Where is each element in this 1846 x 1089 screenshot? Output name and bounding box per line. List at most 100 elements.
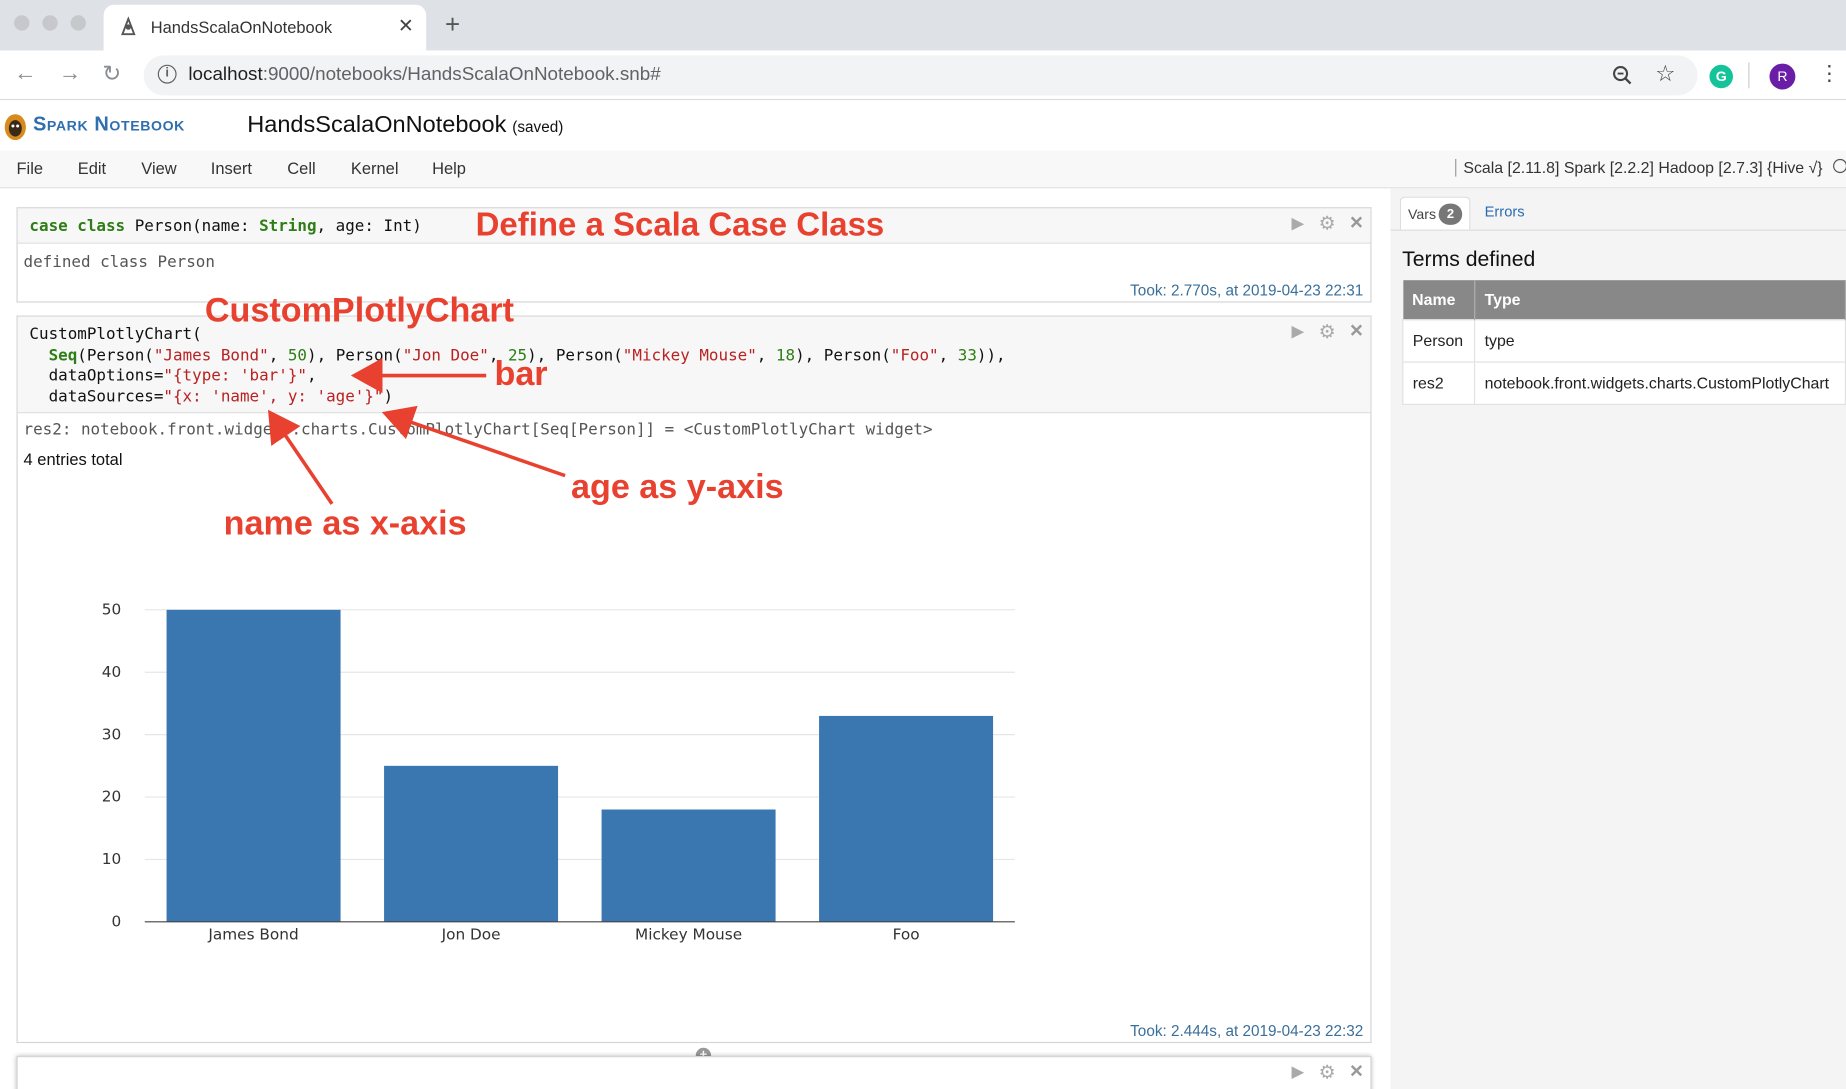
annotation-custom-plotly-chart: CustomPlotlyChart xyxy=(204,291,515,330)
notebook-menubar: File Edit View Insert Cell Kernel Help S… xyxy=(0,150,1846,189)
new-tab-button[interactable]: + xyxy=(445,9,460,40)
tab-vars[interactable]: Vars 2 xyxy=(1399,196,1471,230)
annotation-name-x-axis: name as x-axis xyxy=(223,505,467,543)
y-tick-label: 20 xyxy=(102,788,121,806)
menu-cell[interactable]: Cell xyxy=(287,159,315,178)
cell-settings-icon[interactable]: ⚙ xyxy=(1319,212,1336,236)
x-tick-label: Jon Doe xyxy=(441,925,501,943)
code-string: "Jon Doe" xyxy=(402,345,489,365)
menu-view[interactable]: View xyxy=(141,159,176,178)
term-name: Person xyxy=(1402,319,1476,363)
code-text: dataOptions= xyxy=(48,366,164,385)
code-text: , xyxy=(756,345,776,365)
term-type: notebook.front.widgets.charts.CustomPlot… xyxy=(1473,361,1846,405)
forward-icon[interactable]: → xyxy=(59,61,81,87)
code-text: CustomPlotlyChart( xyxy=(29,324,202,344)
code-editor[interactable]: CustomPlotlyChart( Seq(Person("James Bon… xyxy=(17,316,1371,414)
notebook-title-text: HandsScalaOnNotebook xyxy=(247,111,507,138)
url-text[interactable]: localhost:9000/notebooks/HandsScalaOnNot… xyxy=(188,65,660,86)
run-cell-icon[interactable]: ▶ xyxy=(1291,213,1304,233)
bar xyxy=(384,765,559,922)
tab-divider xyxy=(1390,229,1846,231)
code-type: String xyxy=(259,216,317,236)
browser-menu-icon[interactable]: ⋮ xyxy=(1819,61,1840,86)
variables-panel: Vars 2 Errors Terms defined Name Type Pe… xyxy=(1390,188,1846,1089)
run-cell-icon[interactable]: ▶ xyxy=(1291,321,1304,341)
notebook-cell-2[interactable]: CustomPlotlyChart( Seq(Person("James Bon… xyxy=(16,315,1372,1044)
code-number: 18 xyxy=(775,345,796,365)
code-keyword: Seq xyxy=(48,345,78,365)
term-type: type xyxy=(1473,319,1846,363)
site-info-icon[interactable]: i xyxy=(157,64,177,84)
spark-notebook-logo-icon xyxy=(4,114,26,141)
tab-title: HandsScalaOnNotebook xyxy=(150,17,333,37)
y-tick-label: 30 xyxy=(102,725,121,743)
delete-cell-icon[interactable]: ✕ xyxy=(1349,212,1364,233)
url-host: localhost xyxy=(188,64,263,85)
annotation-case-class: Define a Scala Case Class xyxy=(475,206,885,243)
code-string: "James Bond" xyxy=(153,345,269,365)
terms-table: Name Type Person type res2 notebook.fron… xyxy=(1402,280,1846,405)
kernel-status-icon xyxy=(1833,158,1846,174)
bar-chart: 0 10 20 30 40 50 James Bond Jon Doe Mickey Mouse… xyxy=(102,601,1015,943)
notebook-title[interactable]: HandsScalaOnNotebook (saved) xyxy=(247,112,563,139)
notebook-cell-3[interactable]: ▶ ⚙ ✕ xyxy=(16,1056,1372,1089)
bar xyxy=(819,715,994,922)
back-icon[interactable]: ← xyxy=(14,61,36,87)
annotation-age-y-axis: age as y-axis xyxy=(570,468,784,507)
address-bar[interactable]: i localhost:9000/notebooks/HandsScalaOnN… xyxy=(143,55,1698,96)
bookmark-star-icon[interactable]: ☆ xyxy=(1655,61,1675,88)
url-path: :9000/notebooks/HandsScalaOnNotebook.snb… xyxy=(262,64,661,85)
browser-window: HandsScalaOnNotebook ✕ + ← → ↻ i localho… xyxy=(0,0,1846,1089)
y-tick-label: 10 xyxy=(102,850,121,868)
notebook-favicon-icon xyxy=(121,16,136,36)
browser-toolbar: ← → ↻ i localhost:9000/notebooks/HandsSc… xyxy=(0,50,1846,101)
delete-cell-icon[interactable]: ✕ xyxy=(1349,1061,1364,1082)
term-name: res2 xyxy=(1402,361,1476,405)
code-string: "{type: 'bar'}" xyxy=(163,366,307,385)
cell-output-text: defined class Person xyxy=(23,253,215,272)
y-tick-label: 0 xyxy=(112,913,122,931)
entries-count: 4 entries total xyxy=(23,449,123,469)
run-cell-icon[interactable]: ▶ xyxy=(1291,1062,1304,1082)
code-text: , xyxy=(268,345,288,365)
menu-help[interactable]: Help xyxy=(432,159,466,178)
code-number: 33 xyxy=(957,345,977,365)
menu-edit[interactable]: Edit xyxy=(78,159,106,178)
tab-close-icon[interactable]: ✕ xyxy=(398,14,414,38)
delete-cell-icon[interactable]: ✕ xyxy=(1349,320,1364,341)
window-close-button[interactable] xyxy=(14,15,30,31)
code-line: case class Person(name: String, age: Int… xyxy=(29,217,421,238)
code-string: "Mickey Mouse" xyxy=(622,345,757,365)
tab-strip: HandsScalaOnNotebook ✕ + xyxy=(0,0,1846,51)
cell-settings-icon[interactable]: ⚙ xyxy=(1319,1061,1336,1085)
code-text: dataSources= xyxy=(48,386,164,406)
menu-insert[interactable]: Insert xyxy=(211,159,252,178)
tab-errors[interactable]: Errors xyxy=(1485,204,1525,220)
terms-header-row: Name Type xyxy=(1402,280,1846,320)
x-tick-label: Foo xyxy=(893,925,920,943)
execution-time: Took: 2.444s, at 2019-04-23 22:32 xyxy=(1130,1021,1364,1040)
bar xyxy=(166,609,341,922)
code-string: "{x: 'name', y: 'age'}" xyxy=(163,386,384,406)
window-maximize-button[interactable] xyxy=(70,15,86,31)
annotation-bar: bar xyxy=(494,355,548,394)
reload-icon[interactable]: ↻ xyxy=(102,61,121,88)
grammarly-extension-icon[interactable]: G xyxy=(1709,64,1733,89)
zoom-icon[interactable] xyxy=(1612,65,1633,86)
code-text: ) xyxy=(383,386,394,406)
code-keyword: case class xyxy=(29,216,126,236)
y-tick-label: 40 xyxy=(102,663,121,681)
browser-tab[interactable]: HandsScalaOnNotebook ✕ xyxy=(103,4,427,51)
code-text: , xyxy=(306,366,317,385)
cell-settings-icon[interactable]: ⚙ xyxy=(1319,320,1336,344)
code-text: (Person( xyxy=(77,345,154,365)
bar xyxy=(601,809,776,922)
window-minimize-button[interactable] xyxy=(42,15,58,31)
menu-file[interactable]: File xyxy=(16,159,43,178)
profile-avatar[interactable]: R xyxy=(1769,63,1796,90)
code-text: Person(name: xyxy=(125,216,260,236)
menu-kernel[interactable]: Kernel xyxy=(351,159,399,178)
toolbar-divider xyxy=(1748,62,1750,89)
spark-notebook-logo-text[interactable]: Spark Notebook xyxy=(33,113,185,137)
